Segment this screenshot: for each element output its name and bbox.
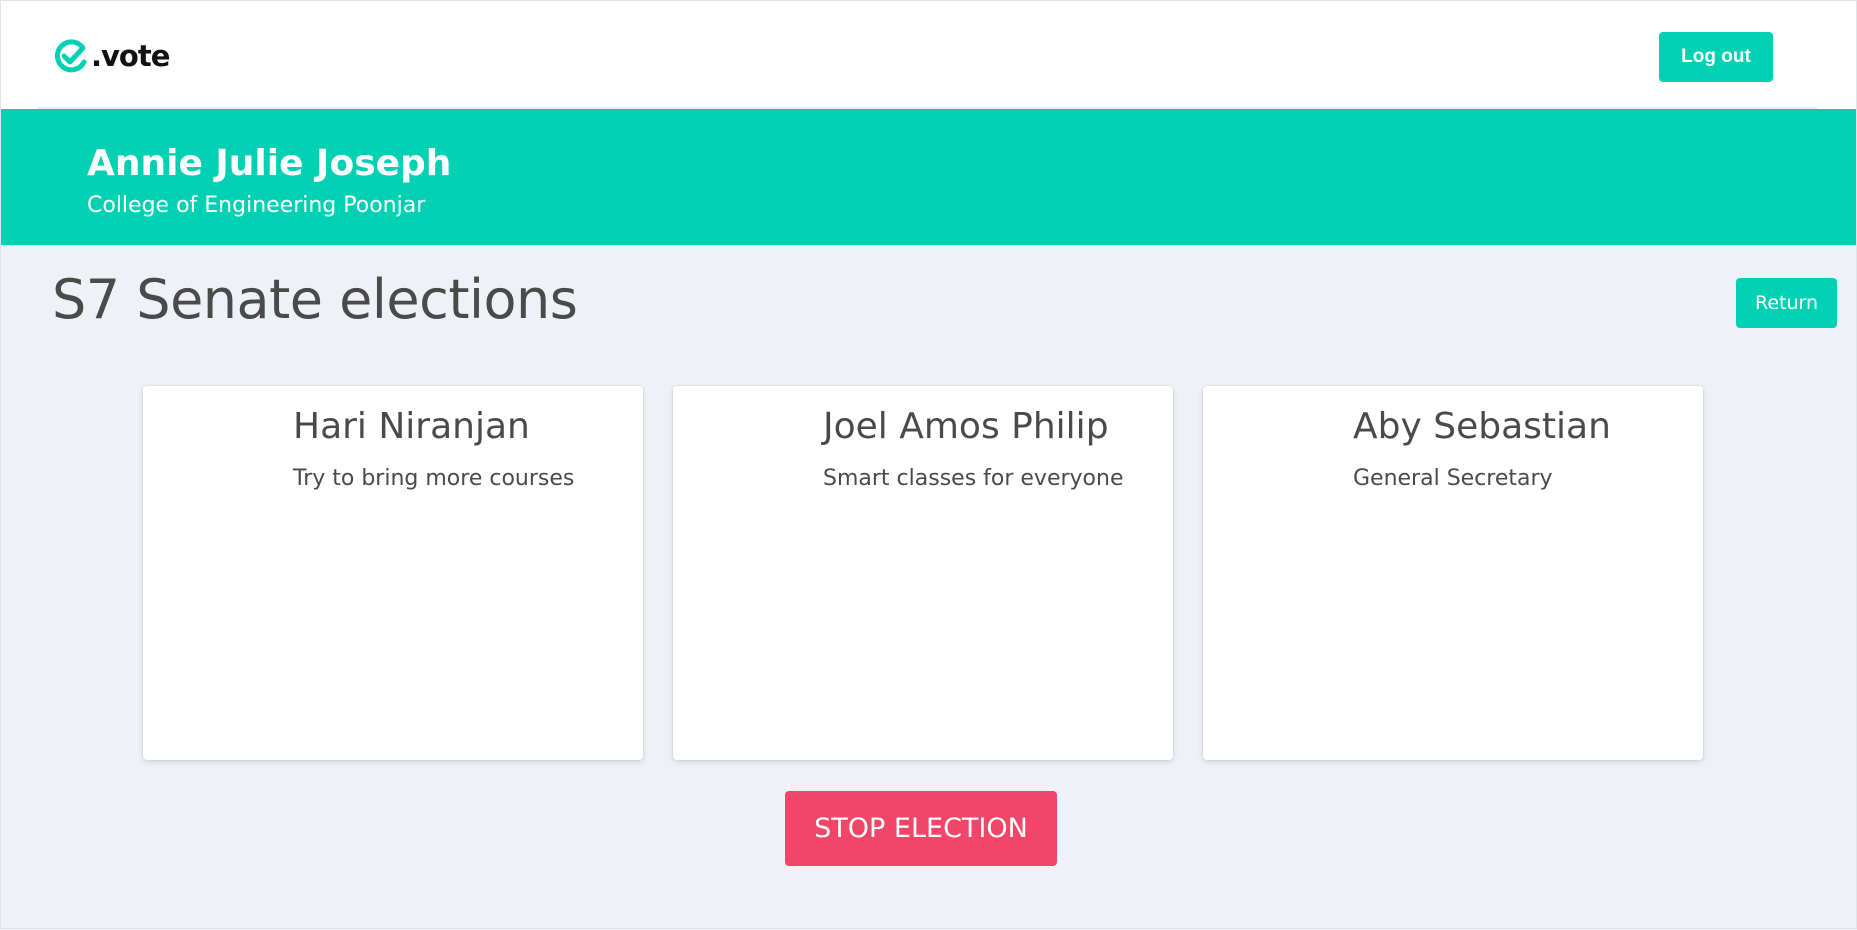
candidate-description: General Secretary xyxy=(1353,466,1553,491)
logo-text: .vote xyxy=(91,39,170,73)
checkmark-e-logo-icon xyxy=(54,39,87,73)
candidate-card[interactable]: Joel Amos Philip Smart classes for every… xyxy=(673,386,1173,760)
stop-election-button[interactable]: STOP ELECTION xyxy=(785,791,1057,866)
candidate-name: Hari Niranjan xyxy=(293,406,530,447)
user-hero-banner: Annie Julie Joseph College of Engineerin… xyxy=(0,109,1857,245)
logout-button[interactable]: Log out xyxy=(1659,32,1773,82)
institution-name: College of Engineering Poonjar xyxy=(87,193,426,218)
election-title: S7 Senate elections xyxy=(52,268,578,331)
candidate-description: Try to bring more courses xyxy=(293,466,575,491)
user-name: Annie Julie Joseph xyxy=(87,143,452,184)
candidate-card[interactable]: Hari Niranjan Try to bring more courses xyxy=(143,386,643,760)
candidate-card[interactable]: Aby Sebastian General Secretary xyxy=(1203,386,1703,760)
candidate-description: Smart classes for everyone xyxy=(823,466,1124,491)
top-navbar: .vote Log out xyxy=(0,0,1857,109)
evote-logo[interactable]: .vote xyxy=(53,37,170,75)
candidate-name: Joel Amos Philip xyxy=(823,406,1109,447)
candidate-name: Aby Sebastian xyxy=(1353,406,1611,447)
return-button[interactable]: Return xyxy=(1736,278,1837,328)
